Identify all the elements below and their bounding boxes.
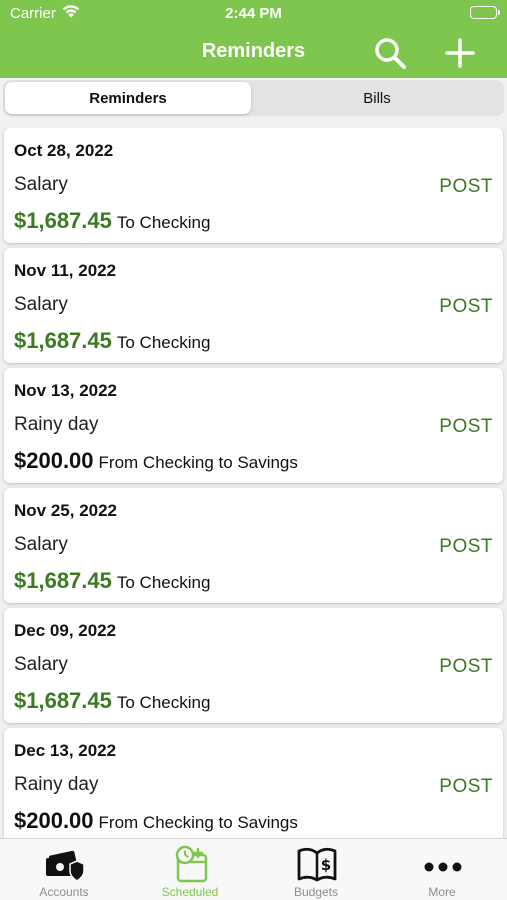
plus-icon xyxy=(445,38,475,68)
tab-label: Scheduled xyxy=(161,885,219,899)
reminder-name: Salary xyxy=(14,534,68,555)
svg-text:$: $ xyxy=(321,856,331,874)
reminder-name: Salary xyxy=(14,174,68,195)
post-button[interactable]: POST xyxy=(439,296,493,318)
tab-accounts[interactable]: Accounts xyxy=(1,839,127,900)
reminder-date: Dec 13, 2022 xyxy=(14,741,117,760)
amount-value: $1,687.45 xyxy=(14,568,112,593)
reminder-date: Nov 13, 2022 xyxy=(14,381,118,400)
amount-value: $1,687.45 xyxy=(14,328,112,353)
reminder-list[interactable]: Oct 28, 2022 Salary $1,687.45 To Checking… xyxy=(0,128,507,838)
reminder-date: Nov 25, 2022 xyxy=(14,501,118,520)
segmented-control: Reminders Bills xyxy=(3,80,504,116)
reminder-card[interactable]: Nov 13, 2022 Rainy day $200.00 From Check… xyxy=(4,368,503,483)
amount-value: $1,687.45 xyxy=(14,208,112,233)
reminder-transfer: To Checking xyxy=(116,213,211,232)
status-time: 2:44 PM xyxy=(225,5,282,22)
post-button[interactable]: POST xyxy=(439,656,493,678)
reminder-transfer: To Checking xyxy=(116,333,211,352)
tab-budgets[interactable]: $ Budgets xyxy=(253,839,379,900)
budgets-icon: $ xyxy=(296,845,338,883)
page-title: Reminders xyxy=(201,40,306,62)
post-button[interactable]: POST xyxy=(439,776,493,798)
reminder-transfer: To Checking xyxy=(116,693,211,712)
reminder-transfer: To Checking xyxy=(116,573,211,592)
reminder-amount: $1,687.45 To Checking xyxy=(14,208,210,234)
nav-bar: Reminders xyxy=(0,26,507,78)
reminder-date: Dec 09, 2022 xyxy=(14,621,117,640)
segment-bills[interactable]: Bills xyxy=(254,82,500,114)
amount-value: $200.00 xyxy=(14,808,94,833)
scheduled-icon xyxy=(170,845,212,883)
post-button[interactable]: POST xyxy=(439,536,493,558)
reminder-amount: $1,687.45 To Checking xyxy=(14,688,210,714)
tab-label: Budgets xyxy=(293,885,339,899)
reminder-name: Rainy day xyxy=(14,774,99,795)
tab-label: More xyxy=(428,885,456,899)
search-button[interactable] xyxy=(372,36,408,70)
reminder-amount: $200.00 From Checking to Savings xyxy=(14,448,298,474)
reminder-date: Oct 28, 2022 xyxy=(14,141,114,160)
reminder-card[interactable]: Nov 11, 2022 Salary $1,687.45 To Checking… xyxy=(4,248,503,363)
tab-scheduled[interactable]: Scheduled xyxy=(127,839,253,900)
post-button[interactable]: POST xyxy=(439,416,493,438)
amount-value: $200.00 xyxy=(14,448,94,473)
reminder-amount: $1,687.45 To Checking xyxy=(14,568,210,594)
tab-label: Accounts xyxy=(39,885,89,899)
reminder-card[interactable]: Nov 25, 2022 Salary $1,687.45 To Checking… xyxy=(4,488,503,603)
reminder-card[interactable]: Oct 28, 2022 Salary $1,687.45 To Checking… xyxy=(4,128,503,243)
amount-value: $1,687.45 xyxy=(14,688,112,713)
reminder-name: Salary xyxy=(14,654,68,675)
battery-icon xyxy=(470,6,500,19)
reminder-transfer: From Checking to Savings xyxy=(98,453,298,472)
reminder-amount: $1,687.45 To Checking xyxy=(14,328,210,354)
status-bar: Carrier 2:44 PM xyxy=(0,0,507,26)
reminder-card[interactable]: Dec 13, 2022 Rainy day $200.00 From Check… xyxy=(4,728,503,838)
more-icon xyxy=(422,845,464,883)
tab-bar: Accounts Scheduled $ Budgets More xyxy=(0,838,507,900)
reminder-amount: $200.00 From Checking to Savings xyxy=(14,808,298,834)
reminder-name: Rainy day xyxy=(14,414,99,435)
reminder-transfer: From Checking to Savings xyxy=(98,813,298,832)
reminder-date: Nov 11, 2022 xyxy=(14,261,117,280)
add-reminder-button[interactable] xyxy=(442,36,478,70)
reminder-card[interactable]: Dec 09, 2022 Salary $1,687.45 To Checking… xyxy=(4,608,503,723)
reminder-name: Salary xyxy=(14,294,68,315)
search-icon xyxy=(375,38,406,69)
tab-more[interactable]: More xyxy=(379,839,505,900)
accounts-icon xyxy=(44,845,86,883)
segment-reminders[interactable]: Reminders xyxy=(5,82,251,114)
post-button[interactable]: POST xyxy=(439,176,493,198)
